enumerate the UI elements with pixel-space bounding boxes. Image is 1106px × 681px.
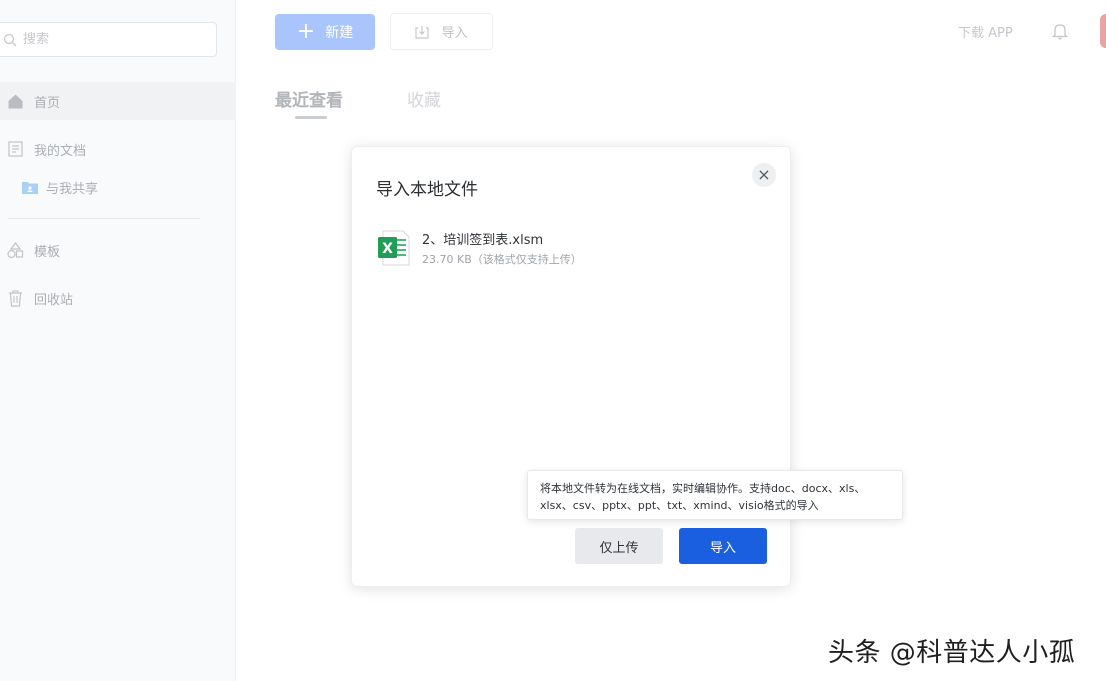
- sidebar-item-my-docs[interactable]: 我的文档: [0, 130, 236, 168]
- excel-file-icon: X: [378, 230, 410, 266]
- sidebar-item-label: 首页: [34, 95, 61, 111]
- sidebar-item-trash[interactable]: 回收站: [0, 279, 236, 317]
- close-icon[interactable]: ×: [752, 163, 776, 187]
- new-button[interactable]: + 新建: [275, 14, 375, 50]
- tab-active-indicator: [295, 116, 327, 119]
- new-button-label: 新建: [325, 25, 354, 41]
- excel-icon-letter: X: [382, 241, 393, 257]
- avatar[interactable]: [1100, 14, 1106, 48]
- sidebar-item-shared[interactable]: 与我共享: [0, 168, 236, 206]
- trash-icon: [6, 289, 24, 307]
- search-box[interactable]: [0, 22, 217, 57]
- document-icon: [6, 140, 24, 158]
- dialog-title: 导入本地文件: [376, 180, 478, 200]
- download-app-link[interactable]: 下载 APP: [958, 22, 1013, 41]
- sidebar-item-label: 模板: [34, 244, 61, 260]
- bell-icon[interactable]: [1051, 22, 1069, 40]
- sidebar-item-templates[interactable]: 模板: [0, 231, 236, 269]
- shared-folder-icon: [22, 180, 38, 194]
- file-meta: 23.70 KB（该格式仅支持上传）: [422, 253, 582, 266]
- import-tooltip: 将本地文件转为在线文档，实时编辑协作。支持doc、docx、xls、xlsx、c…: [527, 470, 903, 520]
- plus-icon: +: [296, 19, 316, 44]
- confirm-import-button[interactable]: 导入: [679, 528, 767, 564]
- watermark: 头条 @科普达人小孤: [828, 638, 1076, 668]
- upload-only-button[interactable]: 仅上传: [575, 528, 663, 564]
- search-input[interactable]: [23, 32, 193, 47]
- import-button-label: 导入: [441, 26, 468, 41]
- sidebar-item-label: 回收站: [34, 292, 74, 308]
- import-icon: [415, 25, 430, 39]
- tab-favorites[interactable]: 收藏: [407, 86, 441, 111]
- tab-recent[interactable]: 最近查看: [275, 86, 343, 111]
- sidebar-item-label: 我的文档: [34, 143, 87, 159]
- sidebar-divider: [8, 218, 200, 219]
- search-icon: [3, 33, 17, 46]
- file-name: 2、培训签到表.xlsm: [422, 233, 544, 248]
- sidebar-item-home[interactable]: 首页: [0, 82, 236, 120]
- import-dialog: 导入本地文件 × X 2、培训签到表.xlsm 23.70 KB（该格式仅支持上…: [351, 146, 791, 587]
- sidebar-item-label: 与我共享: [46, 181, 99, 197]
- import-button[interactable]: 导入: [390, 13, 493, 50]
- sidebar: 首页 我的文档 与我共享 模板 回收站: [0, 0, 236, 681]
- template-icon: [6, 241, 24, 259]
- home-icon: [6, 92, 24, 110]
